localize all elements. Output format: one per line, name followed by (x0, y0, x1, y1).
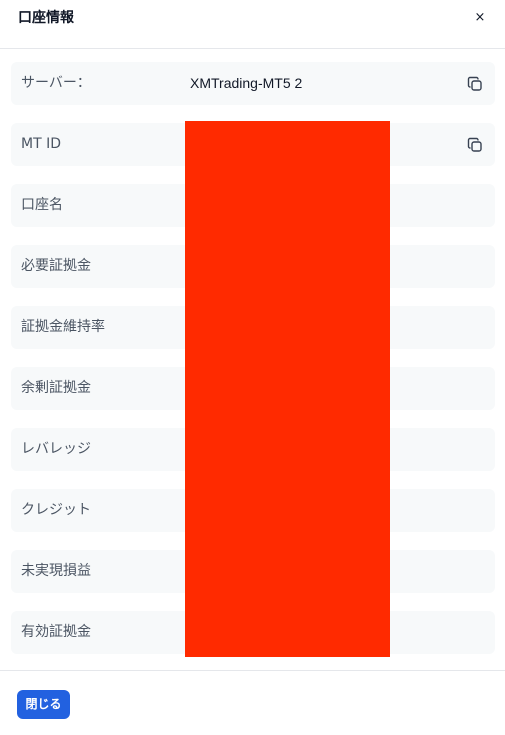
dialog-title: 口座情報 (18, 10, 74, 26)
close-button[interactable]: 閉じる (17, 690, 70, 719)
info-label: クレジット (21, 502, 91, 518)
info-row-server: サーバー： XMTrading-MT5 2 (11, 62, 495, 105)
dialog-footer: 閉じる (0, 670, 505, 735)
account-info-dialog: 口座情報 × サーバー： XMTrading-MT5 2 MT ID 口座名 必… (0, 0, 505, 734)
copy-icon[interactable] (467, 137, 483, 153)
info-label: サーバー： (21, 75, 91, 91)
info-label: レバレッジ (21, 441, 91, 457)
info-label: 余剰証拠金 (21, 380, 91, 396)
server-value: XMTrading-MT5 2 (190, 75, 303, 91)
copy-icon[interactable] (467, 76, 483, 92)
info-label: 有効証拠金 (21, 624, 91, 640)
redaction-block (185, 121, 390, 657)
info-label: 必要証拠金 (21, 258, 91, 274)
info-label: 証拠金維持率 (21, 319, 105, 335)
info-label: 口座名 (21, 197, 63, 213)
info-label: 未実現損益 (21, 563, 91, 579)
info-label: MT ID (21, 136, 61, 152)
close-icon[interactable]: × (472, 9, 488, 27)
dialog-header: 口座情報 × (0, 0, 505, 49)
